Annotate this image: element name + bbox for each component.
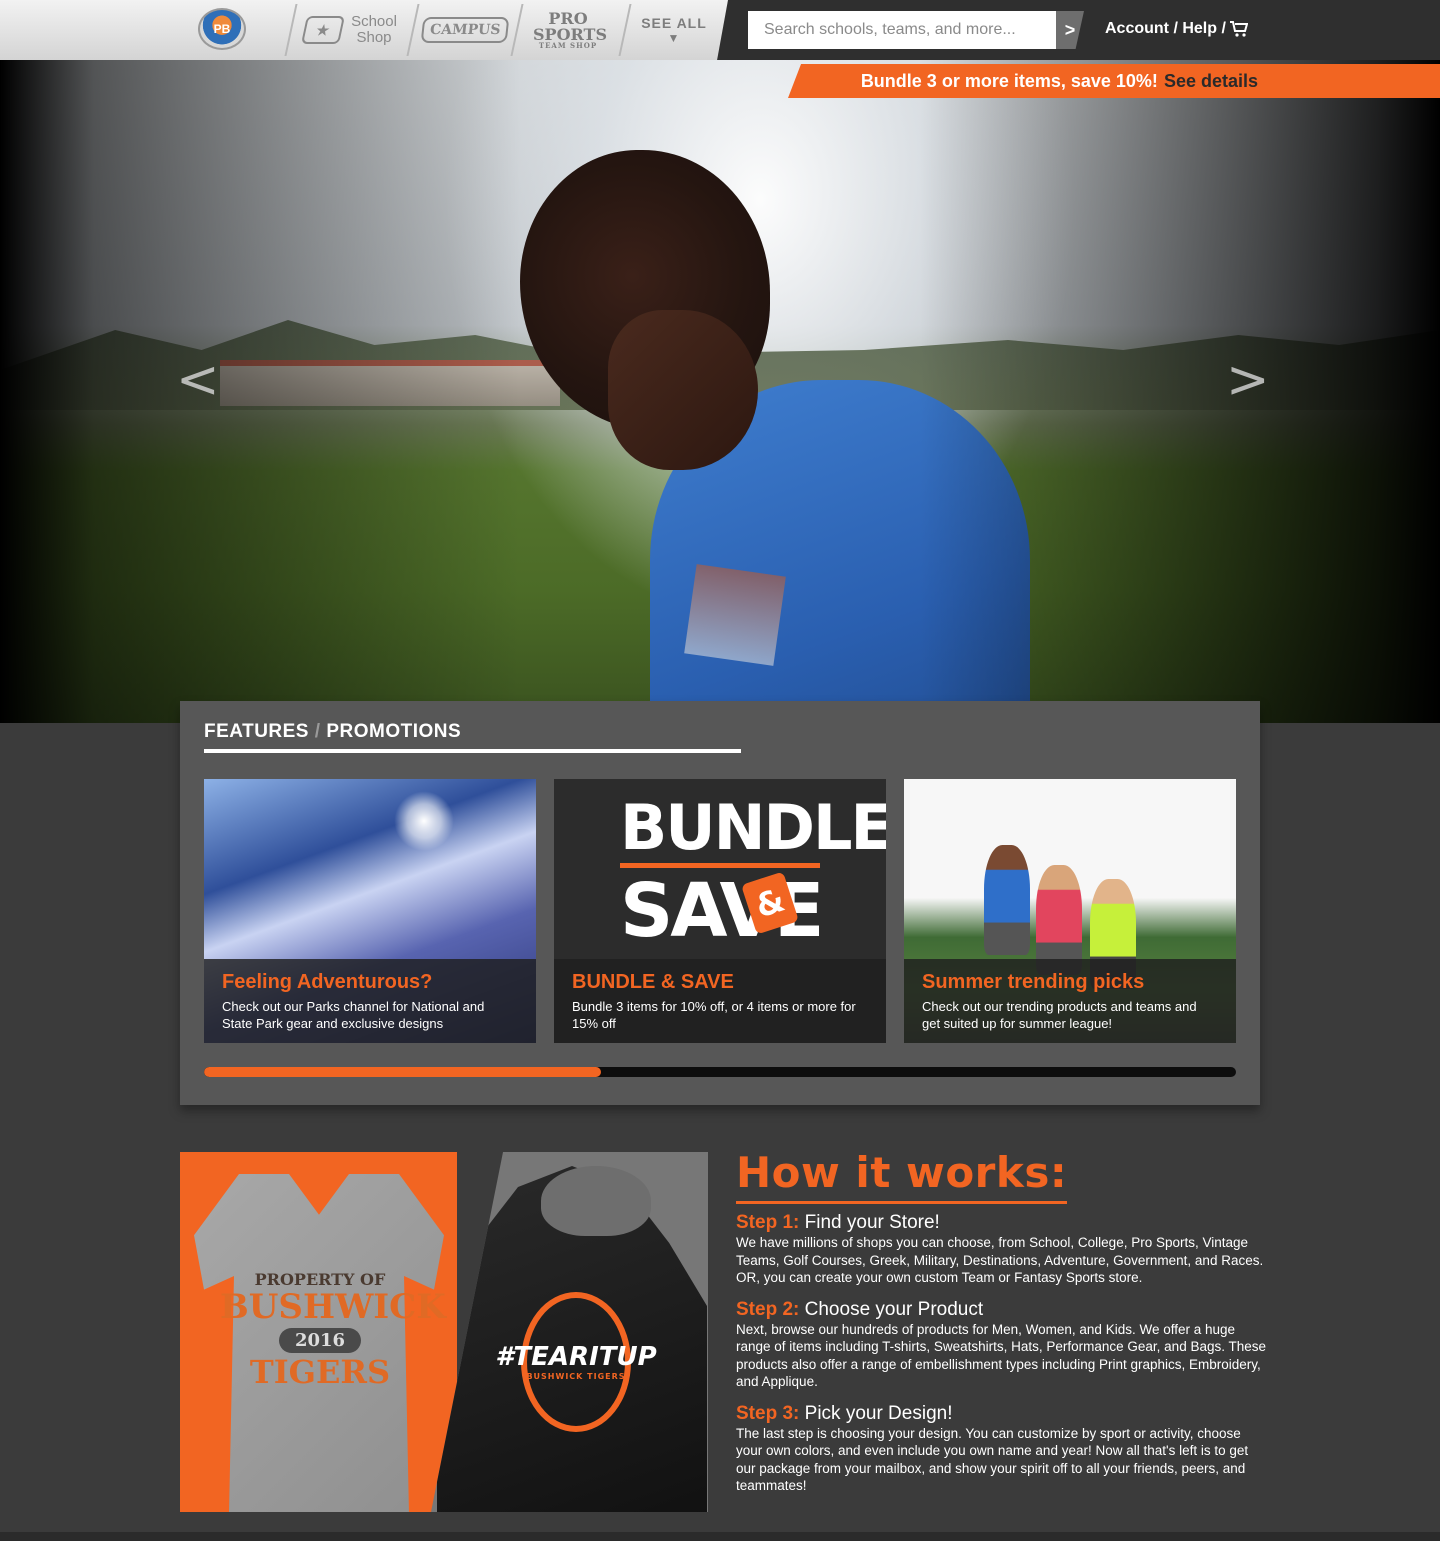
step-heading: Step 2: Choose your Product bbox=[736, 1299, 1266, 1321]
card-title: Feeling Adventurous? bbox=[222, 971, 433, 993]
school-shop-icon: ★ bbox=[301, 16, 345, 44]
carousel-progress-bar[interactable] bbox=[204, 1067, 1236, 1077]
hoodie-print: #TEARITUP BUSHWICK TIGERS bbox=[491, 1342, 661, 1381]
features-underline bbox=[204, 749, 741, 753]
tshirt-product-image[interactable]: PROPERTY OF BUSHWICK 2016 TIGERS bbox=[180, 1152, 457, 1512]
step-body: The last step is choosing your design. Y… bbox=[736, 1425, 1249, 1494]
features-title-separator: / bbox=[314, 721, 321, 742]
carousel-next-button[interactable]: > bbox=[1226, 350, 1270, 410]
features-promotions-panel: FEATURES / PROMOTIONS Feeling Adventurou… bbox=[180, 701, 1260, 1105]
card-caption: Feeling Adventurous? Check out our Parks… bbox=[204, 959, 536, 1043]
card-image-player bbox=[984, 845, 1030, 955]
card-caption: BUNDLE & SAVE Bundle 3 items for 10% off… bbox=[554, 959, 886, 1043]
step-1: Step 1: Find your Store! We have million… bbox=[736, 1212, 1266, 1287]
see-details-link[interactable]: See details bbox=[1164, 71, 1258, 92]
promo-card-adventure[interactable]: Feeling Adventurous? Check out our Parks… bbox=[204, 779, 536, 1043]
step-heading: Step 1: Find your Store! bbox=[736, 1212, 1266, 1234]
card-body: Check out our Parks channel for National… bbox=[222, 999, 485, 1031]
nav-see-all-label: SEE ALL bbox=[641, 15, 707, 31]
step-body: Next, browse our hundreds of products fo… bbox=[736, 1321, 1267, 1390]
tshirt-print-year: 2016 bbox=[278, 1328, 362, 1354]
nav-pro-sports[interactable]: PRO SPORTS TEAM SHOP bbox=[520, 4, 616, 56]
promo-card-summer[interactable]: Summer trending picks Check out our tren… bbox=[904, 779, 1236, 1043]
hero-carousel: < > bbox=[0, 60, 1440, 723]
step-3: Step 3: Pick your Design! The last step … bbox=[736, 1403, 1266, 1495]
features-title: FEATURES / PROMOTIONS bbox=[204, 721, 461, 743]
hoodie-print-sub: BUSHWICK TIGERS bbox=[526, 1372, 626, 1381]
carousel-prev-button[interactable]: < bbox=[176, 350, 220, 410]
hoodie-hood bbox=[541, 1166, 651, 1236]
nav-school-shop[interactable]: ★ School Shop bbox=[300, 4, 404, 56]
step-number: Step 2: bbox=[736, 1298, 800, 1320]
step-body: We have millions of shops you can choose… bbox=[736, 1235, 1264, 1285]
logo-label: PB bbox=[213, 22, 231, 36]
card-title: BUNDLE & SAVE bbox=[572, 971, 734, 993]
step-title: Find your Store! bbox=[804, 1212, 940, 1233]
bundle-art-word: BUNDLE bbox=[620, 791, 886, 864]
step-2: Step 2: Choose your Product Next, browse… bbox=[736, 1299, 1266, 1391]
search-input[interactable] bbox=[748, 11, 1056, 49]
nav-pro-sports-label: PRO SPORTS bbox=[533, 9, 607, 44]
tshirt-print-line: TIGERS bbox=[249, 1353, 391, 1392]
nav-pro-sports-sub: TEAM SHOP bbox=[538, 40, 598, 50]
hero-hoodie-print bbox=[684, 564, 786, 666]
promotions-tab[interactable]: PROMOTIONS bbox=[326, 721, 461, 742]
tshirt-print: PROPERTY OF BUSHWICK 2016 TIGERS bbox=[220, 1270, 446, 1392]
step-title: Choose your Product bbox=[804, 1298, 984, 1320]
hoodie-product-image[interactable]: #TEARITUP BUSHWICK TIGERS bbox=[431, 1152, 708, 1512]
hero-vignette-left bbox=[0, 60, 520, 723]
page-bottom-strip bbox=[0, 1532, 1440, 1541]
step-heading: Step 3: Pick your Design! bbox=[736, 1403, 1266, 1425]
step-number: Step 3: bbox=[736, 1402, 800, 1424]
bundle-save-graphic: BUNDLE SAVE & bbox=[620, 791, 886, 948]
tshirt-print-line: BUSHWICK bbox=[220, 1287, 446, 1327]
features-tab[interactable]: FEATURES bbox=[204, 721, 309, 742]
chevron-down-icon: ▼ bbox=[667, 31, 681, 45]
cart-icon[interactable] bbox=[1229, 21, 1248, 37]
account-help-label: Account / Help / bbox=[1105, 20, 1226, 37]
nav-campus-label: CAMPUS bbox=[420, 17, 510, 43]
nav-school-shop-label: School Shop bbox=[351, 13, 397, 46]
card-image-sun bbox=[394, 791, 454, 851]
how-it-works-title: How it works: bbox=[736, 1148, 1068, 1204]
search-submit-label: > bbox=[1064, 19, 1076, 40]
card-body: Check out our trending products and team… bbox=[922, 999, 1197, 1031]
carousel-progress-fill bbox=[204, 1067, 602, 1077]
card-caption: Summer trending picks Check out our tren… bbox=[904, 959, 1236, 1043]
card-title: Summer trending picks bbox=[922, 971, 1145, 993]
hoodie-print-line: #TEARITUP bbox=[495, 1342, 657, 1372]
search-submit-button[interactable]: > bbox=[1056, 11, 1084, 49]
hero-person-face bbox=[608, 310, 758, 470]
step-number: Step 1: bbox=[736, 1212, 800, 1233]
card-body: Bundle 3 items for 10% off, or 4 items o… bbox=[572, 999, 856, 1031]
nav-see-all[interactable]: SEE ALL ▼ bbox=[632, 4, 716, 56]
nav-campus[interactable]: CAMPUS bbox=[420, 4, 510, 56]
promo-banner-text: Bundle 3 or more items, save 10%! bbox=[860, 70, 1158, 91]
account-help-link[interactable]: Account / Help / bbox=[1105, 20, 1248, 38]
site-logo[interactable]: PB bbox=[198, 8, 246, 50]
promo-banner: Bundle 3 or more items, save 10%! See de… bbox=[788, 64, 1440, 98]
step-title: Pick your Design! bbox=[804, 1402, 953, 1424]
promo-card-bundle[interactable]: BUNDLE SAVE & BUNDLE & SAVE Bundle 3 ite… bbox=[554, 779, 886, 1043]
hero-vignette-right bbox=[920, 60, 1440, 723]
top-navigation-bar: PB ★ School Shop CAMPUS PRO SPORTS TEAM … bbox=[0, 0, 1440, 60]
how-it-works-section: How it works: Step 1: Find your Store! W… bbox=[736, 1148, 1266, 1495]
